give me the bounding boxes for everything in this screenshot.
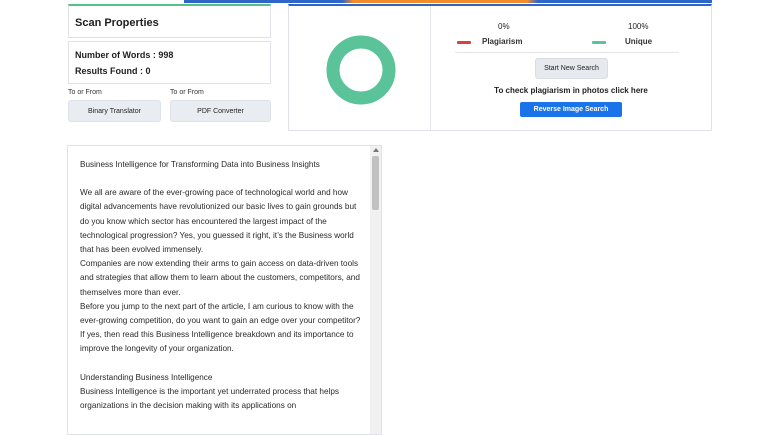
word-count: Number of Words : 998 — [75, 50, 174, 60]
document-paragraph: We all are aware of the ever-growing pac… — [80, 188, 357, 255]
document-paragraph: Before you jump to the next part of the … — [80, 301, 361, 326]
document-paragraph: If yes, then read this Business Intellig… — [80, 330, 354, 354]
result-donut-chart — [326, 35, 396, 105]
panel-divider — [430, 6, 431, 131]
legend-divider — [455, 52, 679, 53]
start-new-search-button[interactable]: Start New Search — [535, 58, 608, 79]
donut-unique-ring — [326, 35, 396, 105]
scan-properties-panel: Scan Properties — [68, 4, 271, 38]
document-paragraph: Business Intelligence is the important y… — [80, 386, 339, 411]
top-accent-bar — [184, 0, 712, 3]
binary-translator-button[interactable]: Binary Translator — [68, 100, 161, 122]
document-paragraph: Understanding Business Intelligence — [80, 372, 213, 382]
document-paragraph: Companies are now extending their arms t… — [80, 259, 360, 297]
tool-caption-binary: To or From — [68, 89, 102, 96]
plagiarism-percent: 0% — [498, 22, 510, 31]
scan-properties-title: Scan Properties — [75, 17, 159, 29]
result-panel: 0% 100% Plagiarism Unique Start New Sear… — [288, 4, 712, 131]
plagiarism-legend-swatch — [457, 41, 471, 44]
scan-stats-panel: Number of Words : 998 Results Found : 0 — [68, 41, 271, 84]
document-scrollbar[interactable] — [370, 146, 381, 434]
reverse-image-search-button[interactable]: Reverse Image Search — [520, 102, 622, 117]
tool-caption-pdf: To or From — [170, 89, 204, 96]
unique-legend-label: Unique — [625, 37, 653, 46]
plagiarism-legend-label: Plagiarism — [482, 37, 523, 46]
unique-legend-swatch — [592, 41, 606, 44]
scrollbar-thumb[interactable] — [372, 156, 379, 210]
unique-percent: 100% — [628, 22, 649, 31]
scroll-up-arrow-icon[interactable] — [373, 148, 379, 152]
document-text-area[interactable]: Business Intelligence for Transforming D… — [67, 145, 382, 435]
document-paragraph: Business Intelligence for Transforming D… — [80, 160, 320, 169]
pdf-converter-button[interactable]: PDF Converter — [170, 100, 271, 122]
document-content: Business Intelligence for Transforming D… — [80, 158, 366, 413]
results-found: Results Found : 0 — [75, 66, 151, 76]
photo-plagiarism-hint: To check plagiarism in photos click here — [494, 86, 648, 95]
